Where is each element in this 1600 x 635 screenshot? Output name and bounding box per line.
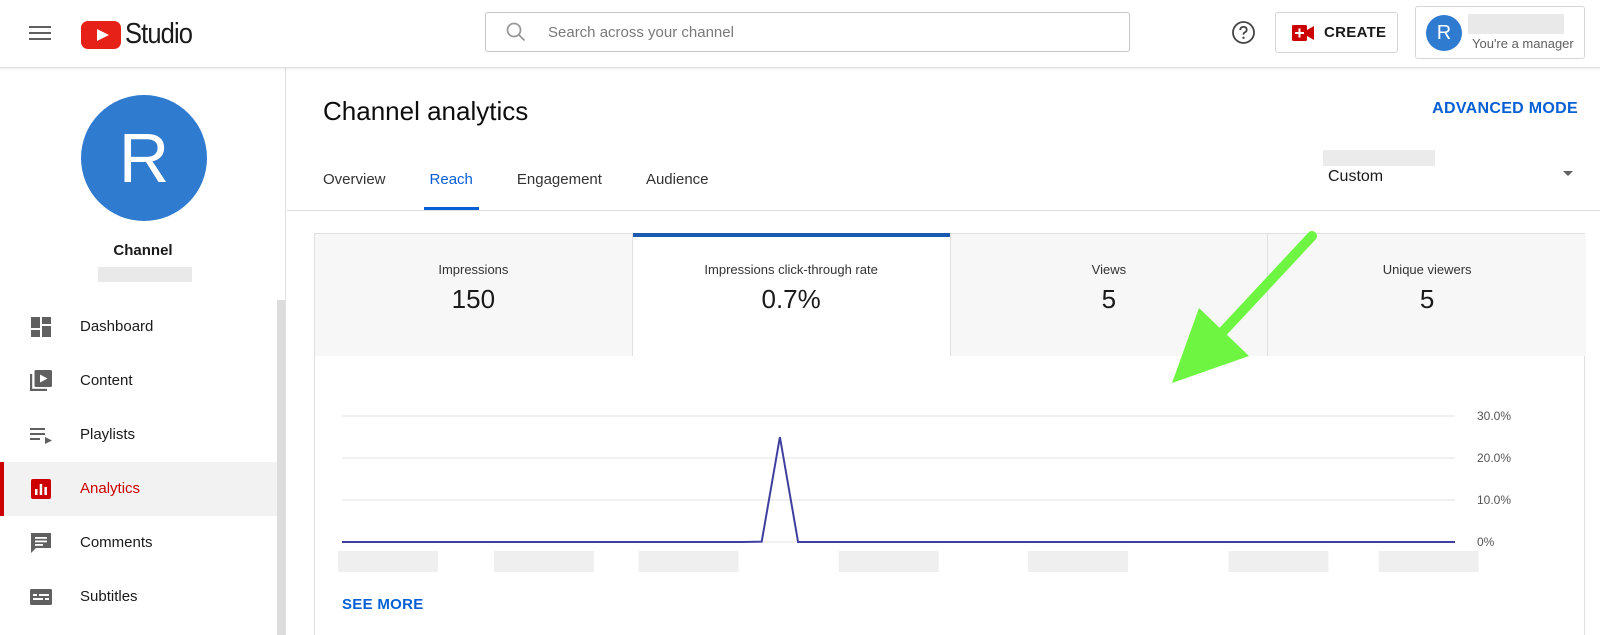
tab-engagement[interactable]: Engagement	[517, 166, 602, 210]
analytics-tabs: Overview Reach Engagement Audience	[323, 166, 753, 210]
metric-impressions[interactable]: Impressions 150	[315, 234, 633, 356]
y-tick-label: 20.0%	[1477, 451, 1511, 465]
account-avatar: R	[1426, 15, 1462, 51]
chevron-down-icon[interactable]	[1562, 168, 1574, 180]
annotation-arrow-icon	[1172, 231, 1317, 383]
sidebar-item-content[interactable]: Content	[0, 354, 277, 408]
sidebar-item-subtitles[interactable]: Subtitles	[0, 570, 277, 624]
page-title: Channel analytics	[323, 96, 529, 126]
search-icon	[506, 22, 526, 42]
channel-name-redacted	[98, 267, 192, 282]
channel-label: Channel	[113, 242, 173, 259]
playlists-icon	[30, 428, 52, 444]
metric-label: Impressions	[438, 262, 509, 277]
x-tick-label-redacted	[838, 551, 939, 572]
metric-impressions-ctr[interactable]: Impressions click-through rate 0.7%	[632, 233, 951, 356]
date-range-select[interactable]: Custom	[1328, 168, 1383, 186]
date-range-redacted	[1323, 150, 1435, 166]
account-name-redacted	[1468, 14, 1564, 34]
metrics-row: Impressions 150 Impressions click-throug…	[315, 233, 1586, 356]
sidebar-item-label: Dashboard	[80, 318, 154, 335]
y-tick-label: 10.0%	[1477, 493, 1511, 507]
x-tick-label-redacted	[1028, 551, 1129, 572]
main-content: Channel analytics ADVANCED MODE Overview…	[287, 68, 1600, 635]
sidebar-item-playlists[interactable]: Playlists	[0, 408, 277, 462]
subtitles-icon	[30, 589, 52, 605]
channel-avatar[interactable]: R	[81, 95, 207, 221]
tab-divider	[287, 210, 1600, 211]
comments-icon	[31, 533, 51, 553]
metric-value: 0.7%	[761, 284, 821, 314]
tab-overview[interactable]: Overview	[323, 166, 386, 210]
ctr-series-line[interactable]	[342, 436, 1455, 543]
studio-logo[interactable]: Studio	[81, 18, 201, 51]
create-video-icon	[1292, 24, 1314, 41]
sidebar-item-label: Subtitles	[80, 588, 138, 605]
x-tick-label-redacted	[638, 551, 739, 572]
search-bar[interactable]	[485, 12, 1130, 52]
sidebar: R Channel Dashboard Content Playlists An…	[0, 68, 286, 635]
advanced-mode-link[interactable]: ADVANCED MODE	[1432, 100, 1578, 118]
x-tick-label-redacted	[493, 551, 594, 572]
sidebar-item-dashboard[interactable]: Dashboard	[0, 300, 277, 354]
tab-reach[interactable]: Reach	[423, 166, 480, 210]
dashboard-icon	[31, 317, 51, 337]
sidebar-scrollbar[interactable]	[277, 300, 285, 635]
create-button[interactable]: CREATE	[1275, 12, 1398, 53]
top-bar: Studio CREATE R You're a manager	[0, 0, 1600, 68]
help-icon[interactable]	[1231, 20, 1256, 45]
metrics-card: Impressions 150 Impressions click-throug…	[314, 233, 1586, 635]
search-input[interactable]	[548, 13, 1108, 51]
youtube-play-icon	[81, 20, 121, 49]
content-icon	[30, 370, 52, 391]
sidebar-item-label: Content	[80, 372, 133, 389]
analytics-icon	[31, 479, 51, 499]
x-tick-label-redacted	[338, 551, 438, 572]
sidebar-item-comments[interactable]: Comments	[0, 516, 277, 570]
ctr-line-chart: 30.0% 20.0% 10.0% 0%	[338, 409, 1511, 572]
account-role: You're a manager	[1472, 36, 1574, 51]
y-tick-label: 30.0%	[1477, 409, 1511, 423]
account-switcher[interactable]: R You're a manager	[1415, 6, 1585, 59]
sidebar-item-label: Playlists	[80, 426, 136, 443]
sidebar-nav: Dashboard Content Playlists Analytics Co…	[0, 300, 277, 624]
sidebar-item-label: Comments	[80, 534, 153, 551]
create-label: CREATE	[1324, 24, 1387, 41]
tab-audience[interactable]: Audience	[646, 166, 709, 210]
x-tick-label-redacted	[1228, 551, 1329, 572]
hamburger-menu-icon[interactable]	[22, 20, 58, 48]
metric-label: Impressions click-through rate	[704, 262, 878, 277]
x-tick-label-redacted	[1378, 551, 1479, 572]
logo-text: Studio	[125, 18, 193, 50]
y-tick-label: 0%	[1477, 535, 1495, 549]
see-more-link[interactable]: SEE MORE	[342, 596, 424, 613]
sidebar-item-label: Analytics	[80, 480, 141, 497]
metric-value: 150	[451, 284, 496, 314]
sidebar-item-analytics[interactable]: Analytics	[0, 462, 277, 516]
